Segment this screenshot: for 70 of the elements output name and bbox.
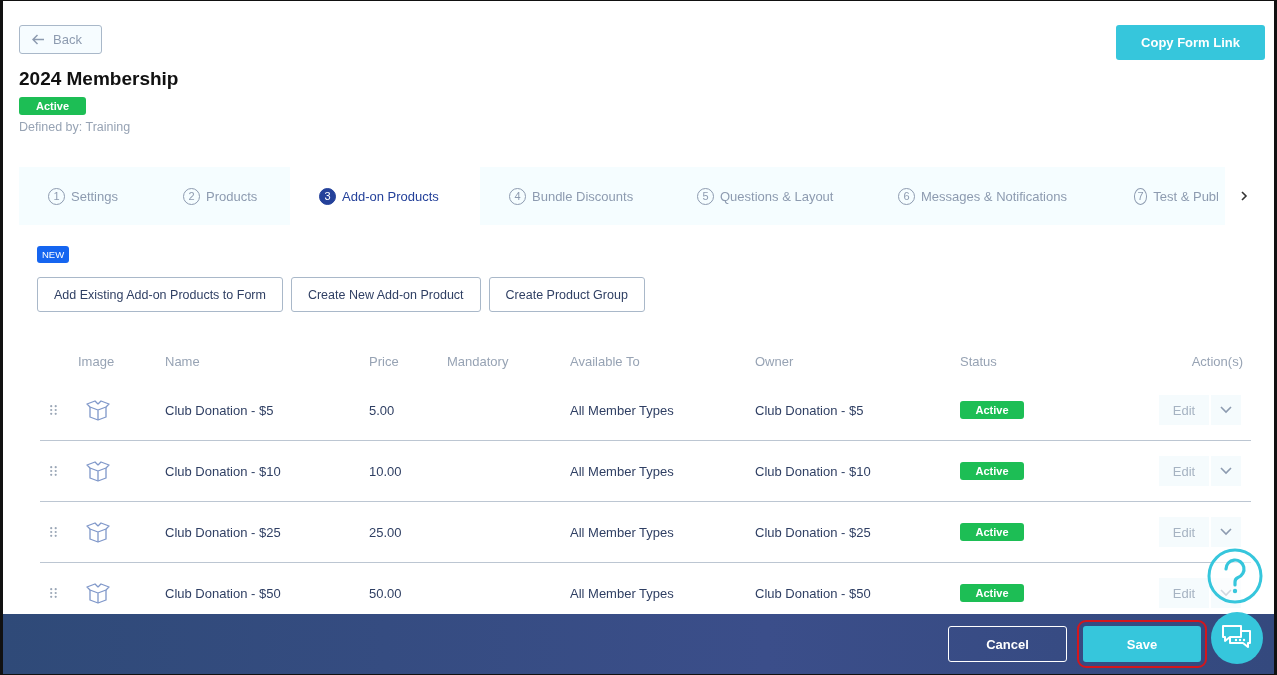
table-cell: All Member Types: [570, 562, 755, 614]
chevron-right-icon[interactable]: [1239, 191, 1249, 201]
edit-button[interactable]: Edit: [1159, 578, 1209, 608]
table-cell: All Member Types: [570, 501, 755, 563]
cancel-button[interactable]: Cancel: [948, 626, 1067, 662]
box-icon: [86, 582, 110, 604]
status-badge: Active: [19, 97, 87, 115]
table-cell: All Member Types: [570, 440, 755, 502]
status-badge: Active: [960, 462, 1024, 480]
step-tab[interactable]: 2 Products: [154, 167, 290, 225]
column-header: Image: [78, 352, 116, 371]
table-cell: Club Donation - $25: [755, 501, 960, 563]
table-cell: Club Donation - $10: [165, 440, 369, 502]
dropdown-button[interactable]: [1211, 578, 1241, 608]
arrow-left-icon: [32, 34, 45, 45]
help-icon[interactable]: [1207, 548, 1263, 604]
dropdown-button[interactable]: [1211, 395, 1241, 425]
step-tab[interactable]: 6 Messages & Notifications: [869, 167, 1105, 225]
status-badge: Active: [960, 523, 1024, 541]
status-badge: Active: [960, 401, 1024, 419]
table-cell: Club Donation - $25: [165, 501, 369, 563]
column-header: Price: [369, 352, 400, 371]
table-cell: Club Donation - $10: [755, 440, 960, 502]
table-cell: 5.00: [369, 380, 447, 441]
back-button[interactable]: Back: [19, 25, 102, 54]
column-header: Mandatory: [447, 342, 570, 380]
column-header: Available To: [570, 342, 755, 380]
chat-icon[interactable]: [1211, 612, 1263, 664]
action-button[interactable]: Create Product Group: [488, 277, 645, 312]
step-tab[interactable]: 4 Bundle Discounts: [480, 167, 668, 225]
table-cell: Club Donation - $5: [165, 380, 369, 441]
action-button[interactable]: Add Existing Add-on Products to Form: [37, 277, 283, 312]
page-title: 2024 Membership: [19, 68, 179, 90]
table-cell: Club Donation - $50: [755, 562, 960, 614]
step-tab[interactable]: 1 Settings: [19, 167, 154, 225]
column-header: Name: [165, 352, 201, 371]
table-cell: Club Donation - $5: [755, 380, 960, 441]
step-tab[interactable]: 7 Test & Publ: [1105, 167, 1225, 225]
chevron-down-icon: [1220, 406, 1232, 414]
chevron-down-icon: [1220, 528, 1232, 536]
edit-button[interactable]: Edit: [1159, 517, 1209, 547]
table-cell: 25.00: [369, 501, 447, 563]
drag-handle-icon[interactable]: [50, 466, 57, 476]
chevron-down-icon: [1220, 589, 1232, 597]
column-header: Status: [960, 352, 998, 371]
table-cell: Club Donation - $50: [165, 562, 369, 614]
drag-handle-icon[interactable]: [50, 588, 57, 598]
step-tab[interactable]: 3 Add-on Products: [290, 167, 480, 225]
box-icon: [86, 460, 110, 482]
table-cell: 50.00: [369, 562, 447, 614]
column-header: Owner: [755, 342, 960, 380]
drag-handle-icon[interactable]: [50, 405, 57, 415]
edit-button[interactable]: Edit: [1159, 395, 1209, 425]
new-badge: NEW: [37, 246, 70, 263]
copy-form-link-button[interactable]: Copy Form Link: [1116, 25, 1265, 60]
dropdown-button[interactable]: [1211, 456, 1241, 486]
box-icon: [86, 521, 110, 543]
box-icon: [86, 399, 110, 421]
dropdown-button[interactable]: [1211, 517, 1241, 547]
drag-handle-icon[interactable]: [50, 527, 57, 537]
table-cell: 10.00: [369, 440, 447, 502]
status-badge: Active: [960, 584, 1024, 602]
table-cell: All Member Types: [570, 380, 755, 441]
step-tab[interactable]: 5 Questions & Layout: [668, 167, 869, 225]
column-header: Action(s): [1190, 352, 1244, 371]
chevron-down-icon: [1220, 467, 1232, 475]
step-number: 3: [319, 187, 336, 205]
defined-by-text: Defined by: Training: [19, 120, 132, 134]
edit-button[interactable]: Edit: [1159, 456, 1209, 486]
action-button[interactable]: Create New Add-on Product: [290, 277, 481, 312]
